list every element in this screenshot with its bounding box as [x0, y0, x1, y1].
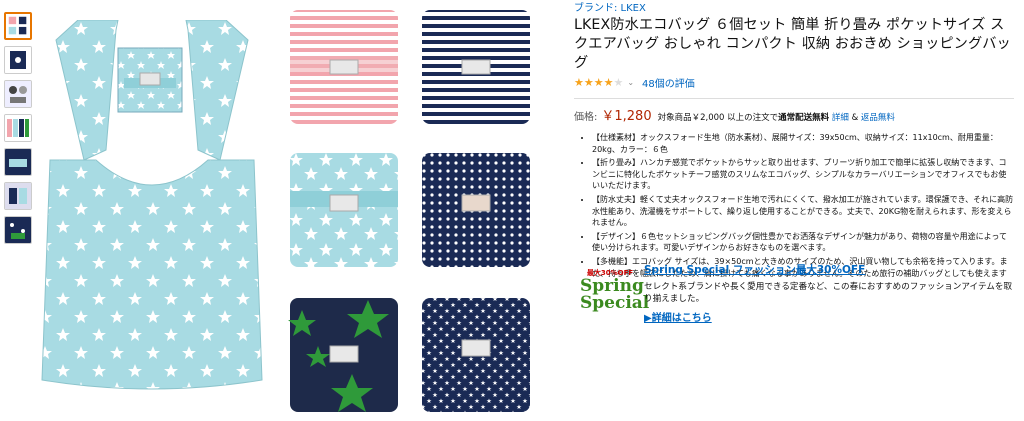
- color-variants-grid: [285, 6, 530, 416]
- bullet-item: 【デザイン】６色セットショッピングバッグ個性豊かでお洒落なデザインが魅力があり、…: [592, 231, 1014, 254]
- thumbnail-list: [4, 12, 36, 250]
- pouch-navy-white-star[interactable]: [420, 296, 532, 414]
- price-label: 価格:: [574, 112, 598, 123]
- promo-description: セレクト系ブランドや長く愛用できる定番など、この春におすすめのファッションアイテ…: [644, 282, 1013, 304]
- bullet-item: 【防水丈夫】軽くて丈夫オックスフォード生地で汚れにくくて、撥水加工が施されていま…: [592, 194, 1014, 229]
- reviews-link[interactable]: 48個の評価: [642, 75, 695, 90]
- thumbnail-7[interactable]: [4, 216, 32, 244]
- thumbnail-2[interactable]: [4, 46, 32, 74]
- bullet-item: 【折り畳み】ハンカチ感覚でポケットからサッと取り出せます、プリーツ折り加工で簡単…: [592, 157, 1014, 192]
- pouch-navy-dot[interactable]: [420, 151, 532, 269]
- bullet-item: 【仕様素材】オックスフォード生地（防水素材）、展開サイズ：39x50cm、収納サ…: [592, 132, 1014, 155]
- star-rating-icon[interactable]: ★★★★★: [574, 76, 623, 89]
- price-row: 価格: ￥1,280 対象商品￥2,000 以上の注文で通常配送無料 詳細 & …: [574, 105, 1014, 124]
- chevron-down-icon[interactable]: ⌄: [627, 78, 634, 87]
- promo-title-link[interactable]: Spring Special ファッション最大30%OFF: [644, 262, 1016, 277]
- brand-link[interactable]: ブランド: LKEX: [574, 0, 1014, 14]
- promo-details-link[interactable]: ▶詳細はこちら: [644, 309, 1016, 324]
- shipping-note-text: 対象商品￥2,000 以上の注文で: [657, 113, 779, 123]
- price-value: ￥1,280: [601, 109, 652, 124]
- ampersand-text: &: [848, 113, 861, 123]
- navy-green-star-pouch-image: [288, 298, 398, 412]
- navy-white-star-pouch-image: [422, 298, 530, 412]
- free-returns-link[interactable]: 返品無料: [861, 113, 895, 123]
- mint-star-pouch-image: [290, 153, 398, 267]
- product-title: LKEX防水エコバッグ ６個セット 簡単 折り畳み ポケットサイズ スクエアバッ…: [574, 17, 1011, 71]
- tote-bag-illustration: [41, 19, 263, 390]
- thumbnail-5[interactable]: [4, 148, 32, 176]
- free-shipping-text: 通常配送無料: [778, 113, 830, 123]
- feature-bullets: 【仕様素材】オックスフォード生地（防水素材）、展開サイズ：39x50cm、収納サ…: [574, 132, 1014, 279]
- rating-row: ★★★★★ ⌄ 48個の評価: [574, 75, 1014, 90]
- thumbnail-1[interactable]: [4, 12, 32, 40]
- details-link[interactable]: 詳細: [832, 113, 849, 123]
- promo-text: Spring Special ファッション最大30%OFF セレクト系ブランドや…: [644, 262, 1016, 324]
- spring-special-logo[interactable]: 最大30%OFF Spring Special: [580, 268, 650, 328]
- main-product-image[interactable]: [36, 19, 268, 400]
- pink-stripe-pouch-image: [290, 10, 398, 124]
- pouch-mint-star[interactable]: [288, 151, 400, 269]
- thumbnail-3[interactable]: [4, 80, 32, 108]
- pouch-pink-stripe[interactable]: [288, 8, 400, 126]
- promo-logo-line2: Special: [580, 293, 650, 313]
- product-info: ブランド: LKEX LKEX防水エコバッグ ６個セット 簡単 折り畳み ポケッ…: [574, 0, 1014, 281]
- divider: [574, 98, 1014, 99]
- promo-banner: 最大30%OFF Spring Special Spring Special フ…: [580, 262, 1020, 324]
- shipping-note: 対象商品￥2,000 以上の注文で通常配送無料 詳細 & 返品無料: [658, 111, 895, 123]
- pouch-navy-green-star[interactable]: [288, 296, 400, 414]
- thumbnail-4[interactable]: [4, 114, 32, 142]
- navy-stripe-pouch-image: [422, 10, 530, 124]
- navy-dot-pouch-image: [422, 153, 530, 267]
- thumbnail-6[interactable]: [4, 182, 32, 210]
- pouch-navy-stripe[interactable]: [420, 8, 532, 126]
